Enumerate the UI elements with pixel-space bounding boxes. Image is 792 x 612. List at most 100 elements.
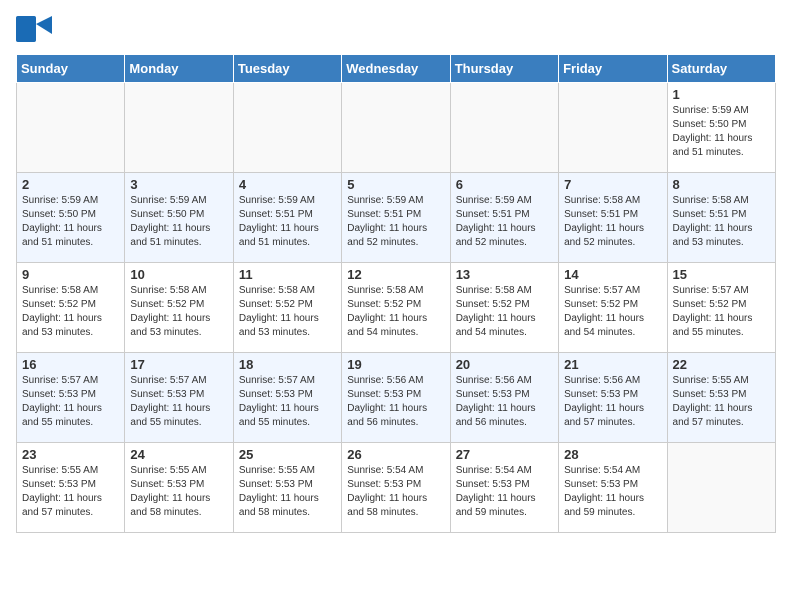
- calendar-header-sunday: Sunday: [17, 55, 125, 83]
- calendar-cell: 11 Sunrise: 5:58 AM Sunset: 5:52 PM Dayli…: [233, 263, 341, 353]
- calendar-cell: [342, 83, 450, 173]
- day-info: Sunrise: 5:55 AM Sunset: 5:53 PM Dayligh…: [22, 464, 119, 520]
- day-info: Sunrise: 5:55 AM Sunset: 5:53 PM Dayligh…: [673, 374, 770, 430]
- calendar-cell: 23 Sunrise: 5:55 AM Sunset: 5:53 PM Dayli…: [17, 443, 125, 533]
- calendar-cell: 17 Sunrise: 5:57 AM Sunset: 5:53 PM Dayli…: [125, 353, 233, 443]
- day-info: Sunrise: 5:54 AM Sunset: 5:53 PM Dayligh…: [456, 464, 553, 520]
- calendar-header-saturday: Saturday: [667, 55, 775, 83]
- logo: [16, 16, 52, 42]
- calendar-cell: 3 Sunrise: 5:59 AM Sunset: 5:50 PM Daylig…: [125, 173, 233, 263]
- calendar-cell: 10 Sunrise: 5:58 AM Sunset: 5:52 PM Dayli…: [125, 263, 233, 353]
- day-number: 25: [239, 447, 336, 462]
- day-info: Sunrise: 5:58 AM Sunset: 5:52 PM Dayligh…: [22, 284, 119, 340]
- calendar-cell: 2 Sunrise: 5:59 AM Sunset: 5:50 PM Daylig…: [17, 173, 125, 263]
- calendar-header-thursday: Thursday: [450, 55, 558, 83]
- day-info: Sunrise: 5:58 AM Sunset: 5:52 PM Dayligh…: [130, 284, 227, 340]
- day-number: 4: [239, 177, 336, 192]
- day-info: Sunrise: 5:59 AM Sunset: 5:51 PM Dayligh…: [347, 194, 444, 250]
- calendar-cell: 18 Sunrise: 5:57 AM Sunset: 5:53 PM Dayli…: [233, 353, 341, 443]
- day-number: 21: [564, 357, 661, 372]
- calendar-cell: 28Sunrise: 5:54 AM Sunset: 5:53 PM Dayli…: [559, 443, 667, 533]
- day-info: Sunrise: 5:54 AM Sunset: 5:53 PM Dayligh…: [347, 464, 444, 520]
- calendar-header-row: SundayMondayTuesdayWednesdayThursdayFrid…: [17, 55, 776, 83]
- day-number: 12: [347, 267, 444, 282]
- calendar-cell: 9 Sunrise: 5:58 AM Sunset: 5:52 PM Daylig…: [17, 263, 125, 353]
- day-number: 20: [456, 357, 553, 372]
- day-number: 17: [130, 357, 227, 372]
- day-info: Sunrise: 5:56 AM Sunset: 5:53 PM Dayligh…: [347, 374, 444, 430]
- calendar-header-monday: Monday: [125, 55, 233, 83]
- calendar-cell: [559, 83, 667, 173]
- calendar-table: SundayMondayTuesdayWednesdayThursdayFrid…: [16, 54, 776, 533]
- calendar-week-row: 23 Sunrise: 5:55 AM Sunset: 5:53 PM Dayli…: [17, 443, 776, 533]
- day-number: 26: [347, 447, 444, 462]
- calendar-cell: 6 Sunrise: 5:59 AM Sunset: 5:51 PM Daylig…: [450, 173, 558, 263]
- calendar-cell: [125, 83, 233, 173]
- day-number: 3: [130, 177, 227, 192]
- calendar-cell: 14 Sunrise: 5:57 AM Sunset: 5:52 PM Dayli…: [559, 263, 667, 353]
- day-number: 5: [347, 177, 444, 192]
- calendar-cell: 27 Sunrise: 5:54 AM Sunset: 5:53 PM Dayli…: [450, 443, 558, 533]
- calendar-cell: 12 Sunrise: 5:58 AM Sunset: 5:52 PM Dayli…: [342, 263, 450, 353]
- day-info: Sunrise: 5:58 AM Sunset: 5:52 PM Dayligh…: [347, 284, 444, 340]
- day-info: Sunrise: 5:59 AM Sunset: 5:50 PM Dayligh…: [22, 194, 119, 250]
- day-number: 6: [456, 177, 553, 192]
- calendar-cell: [17, 83, 125, 173]
- day-number: 8: [673, 177, 770, 192]
- calendar-cell: 13 Sunrise: 5:58 AM Sunset: 5:52 PM Dayli…: [450, 263, 558, 353]
- day-info: Sunrise: 5:57 AM Sunset: 5:52 PM Dayligh…: [564, 284, 661, 340]
- day-number: 7: [564, 177, 661, 192]
- calendar-week-row: 9 Sunrise: 5:58 AM Sunset: 5:52 PM Daylig…: [17, 263, 776, 353]
- day-number: 18: [239, 357, 336, 372]
- calendar-cell: 26 Sunrise: 5:54 AM Sunset: 5:53 PM Dayli…: [342, 443, 450, 533]
- day-info: Sunrise: 5:59 AM Sunset: 5:51 PM Dayligh…: [456, 194, 553, 250]
- calendar-cell: 8 Sunrise: 5:58 AM Sunset: 5:51 PM Daylig…: [667, 173, 775, 263]
- day-number: 16: [22, 357, 119, 372]
- calendar-week-row: 16 Sunrise: 5:57 AM Sunset: 5:53 PM Dayli…: [17, 353, 776, 443]
- calendar-cell: [667, 443, 775, 533]
- calendar-cell: 7Sunrise: 5:58 AM Sunset: 5:51 PM Daylig…: [559, 173, 667, 263]
- day-info: Sunrise: 5:55 AM Sunset: 5:53 PM Dayligh…: [239, 464, 336, 520]
- day-info: Sunrise: 5:57 AM Sunset: 5:53 PM Dayligh…: [130, 374, 227, 430]
- logo-icon: [16, 16, 52, 42]
- day-number: 14: [564, 267, 661, 282]
- day-info: Sunrise: 5:57 AM Sunset: 5:53 PM Dayligh…: [22, 374, 119, 430]
- day-info: Sunrise: 5:57 AM Sunset: 5:52 PM Dayligh…: [673, 284, 770, 340]
- day-info: Sunrise: 5:59 AM Sunset: 5:50 PM Dayligh…: [673, 104, 770, 160]
- calendar-cell: [233, 83, 341, 173]
- day-info: Sunrise: 5:54 AM Sunset: 5:53 PM Dayligh…: [564, 464, 661, 520]
- calendar-week-row: 2 Sunrise: 5:59 AM Sunset: 5:50 PM Daylig…: [17, 173, 776, 263]
- calendar-cell: 24 Sunrise: 5:55 AM Sunset: 5:53 PM Dayli…: [125, 443, 233, 533]
- day-number: 27: [456, 447, 553, 462]
- calendar-cell: 22 Sunrise: 5:55 AM Sunset: 5:53 PM Dayli…: [667, 353, 775, 443]
- day-info: Sunrise: 5:56 AM Sunset: 5:53 PM Dayligh…: [564, 374, 661, 430]
- day-info: Sunrise: 5:58 AM Sunset: 5:51 PM Dayligh…: [673, 194, 770, 250]
- day-info: Sunrise: 5:59 AM Sunset: 5:51 PM Dayligh…: [239, 194, 336, 250]
- page-header: [16, 16, 776, 42]
- calendar-cell: 15 Sunrise: 5:57 AM Sunset: 5:52 PM Dayli…: [667, 263, 775, 353]
- calendar-cell: 1 Sunrise: 5:59 AM Sunset: 5:50 PM Daylig…: [667, 83, 775, 173]
- day-info: Sunrise: 5:58 AM Sunset: 5:52 PM Dayligh…: [456, 284, 553, 340]
- day-number: 13: [456, 267, 553, 282]
- day-number: 11: [239, 267, 336, 282]
- day-number: 2: [22, 177, 119, 192]
- day-info: Sunrise: 5:57 AM Sunset: 5:53 PM Dayligh…: [239, 374, 336, 430]
- day-info: Sunrise: 5:59 AM Sunset: 5:50 PM Dayligh…: [130, 194, 227, 250]
- day-number: 15: [673, 267, 770, 282]
- calendar-cell: 16 Sunrise: 5:57 AM Sunset: 5:53 PM Dayli…: [17, 353, 125, 443]
- day-info: Sunrise: 5:56 AM Sunset: 5:53 PM Dayligh…: [456, 374, 553, 430]
- day-info: Sunrise: 5:58 AM Sunset: 5:52 PM Dayligh…: [239, 284, 336, 340]
- calendar-header-friday: Friday: [559, 55, 667, 83]
- day-number: 19: [347, 357, 444, 372]
- day-info: Sunrise: 5:55 AM Sunset: 5:53 PM Dayligh…: [130, 464, 227, 520]
- day-number: 9: [22, 267, 119, 282]
- day-number: 24: [130, 447, 227, 462]
- calendar-header-tuesday: Tuesday: [233, 55, 341, 83]
- calendar-header-wednesday: Wednesday: [342, 55, 450, 83]
- day-number: 22: [673, 357, 770, 372]
- day-number: 10: [130, 267, 227, 282]
- calendar-cell: 21 Sunrise: 5:56 AM Sunset: 5:53 PM Dayli…: [559, 353, 667, 443]
- calendar-cell: 4 Sunrise: 5:59 AM Sunset: 5:51 PM Daylig…: [233, 173, 341, 263]
- day-number: 23: [22, 447, 119, 462]
- day-number: 1: [673, 87, 770, 102]
